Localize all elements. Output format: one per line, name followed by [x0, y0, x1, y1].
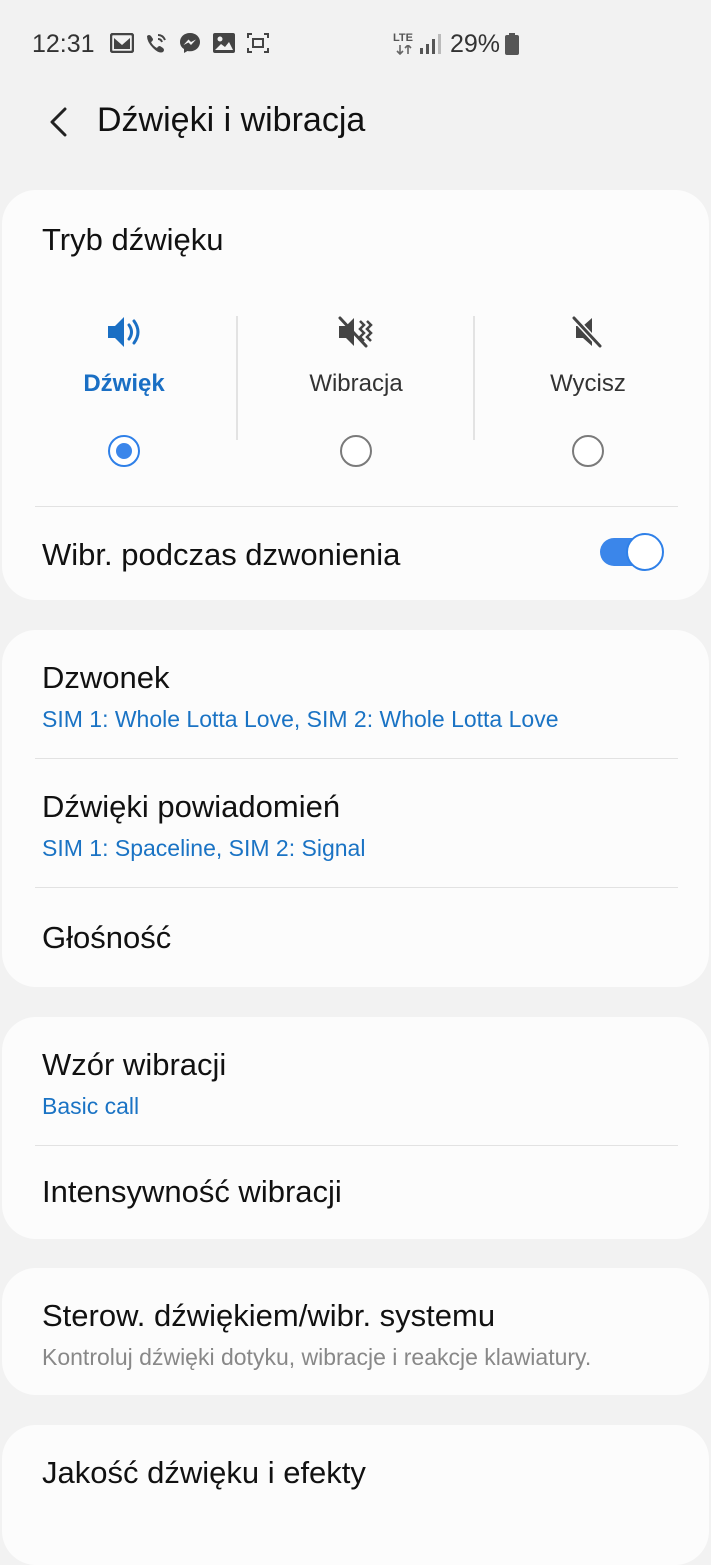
- speaker-icon: [108, 317, 140, 347]
- sound-mode-label: Dźwięk: [83, 370, 165, 397]
- sound-mode-radio-vibrate[interactable]: [340, 435, 372, 467]
- notification-sounds-value: SIM 1: Spaceline, SIM 2: Signal: [42, 835, 366, 861]
- vibration-card: Wzór wibracji Basic call Intensywność wi…: [2, 1017, 709, 1239]
- sound-quality-row[interactable]: Jakość dźwięku i efekty: [2, 1425, 709, 1500]
- toggle-knob: [626, 533, 664, 571]
- wifi-call-icon: [144, 31, 168, 55]
- sound-mode-title: Tryb dźwięku: [42, 222, 224, 257]
- vibrate-while-ringing-toggle[interactable]: [600, 533, 664, 571]
- system-sounds-title: Sterow. dźwiękiem/wibr. systemu: [42, 1298, 496, 1333]
- volume-title: Głośność: [42, 920, 172, 955]
- page-title: Dźwięki i wibracja: [97, 101, 366, 139]
- vibrate-mute-icon: [338, 316, 373, 348]
- sound-quality-title: Jakość dźwięku i efekty: [42, 1455, 366, 1490]
- vibrate-mode-label: Wibracja: [309, 370, 403, 397]
- vibration-intensity-title: Intensywność wibracji: [42, 1174, 342, 1209]
- notification-icons: [110, 31, 270, 55]
- chevron-left-icon: [50, 107, 67, 137]
- sound-mode-option-mute[interactable]: Wycisz: [470, 300, 706, 490]
- signal-icon: [419, 33, 441, 60]
- status-time: 12:31: [32, 30, 95, 58]
- app-header: Dźwięki i wibracja: [0, 90, 711, 160]
- lte-icon: LTE: [393, 32, 415, 56]
- mute-mode-label: Wycisz: [550, 370, 626, 397]
- notification-sounds-title: Dźwięki powiadomień: [42, 789, 341, 824]
- system-sounds-card: Sterow. dźwiękiem/wibr. systemu Kontrolu…: [2, 1268, 709, 1395]
- sound-quality-card: Jakość dźwięku i efekty: [2, 1425, 709, 1565]
- notification-sounds-row[interactable]: Dźwięki powiadomień SIM 1: Spaceline, SI…: [2, 759, 709, 887]
- battery-icon: [505, 33, 519, 55]
- vibrate-while-ringing-label: Wibr. podczas dzwonienia: [42, 537, 401, 572]
- sound-mode-card: Tryb dźwięku Dźwięk Wibracja Wycisz Wibr…: [2, 190, 709, 600]
- gallery-icon: [212, 31, 236, 55]
- sound-mode-radio-mute[interactable]: [572, 435, 604, 467]
- battery-percent: 29%: [450, 30, 501, 58]
- sound-mode-radio-sound[interactable]: [108, 435, 140, 467]
- status-bar: 12:31 LTE 29%: [0, 0, 711, 90]
- gmail-icon: [110, 31, 134, 55]
- vibration-pattern-row[interactable]: Wzór wibracji Basic call: [2, 1017, 709, 1145]
- system-sounds-row[interactable]: Sterow. dźwiękiem/wibr. systemu Kontrolu…: [2, 1268, 709, 1395]
- ringtones-card: Dzwonek SIM 1: Whole Lotta Love, SIM 2: …: [2, 630, 709, 987]
- ringtone-title: Dzwonek: [42, 660, 170, 695]
- vibration-intensity-row[interactable]: Intensywność wibracji: [2, 1146, 709, 1239]
- sound-mode-option-vibrate[interactable]: Wibracja: [238, 300, 474, 490]
- ringtone-value: SIM 1: Whole Lotta Love, SIM 2: Whole Lo…: [42, 706, 559, 732]
- ringtone-row[interactable]: Dzwonek SIM 1: Whole Lotta Love, SIM 2: …: [2, 630, 709, 758]
- sound-mode-option-sound[interactable]: Dźwięk: [6, 300, 242, 490]
- volume-row[interactable]: Głośność: [2, 888, 709, 987]
- messenger-icon: [178, 31, 202, 55]
- system-sounds-subtitle: Kontroluj dźwięki dotyku, wibracje i rea…: [42, 1344, 592, 1370]
- back-button[interactable]: [38, 100, 78, 144]
- vibration-pattern-value: Basic call: [42, 1093, 140, 1119]
- vibration-pattern-title: Wzór wibracji: [42, 1047, 227, 1082]
- mute-icon: [571, 315, 603, 349]
- screenshot-icon: [246, 31, 270, 55]
